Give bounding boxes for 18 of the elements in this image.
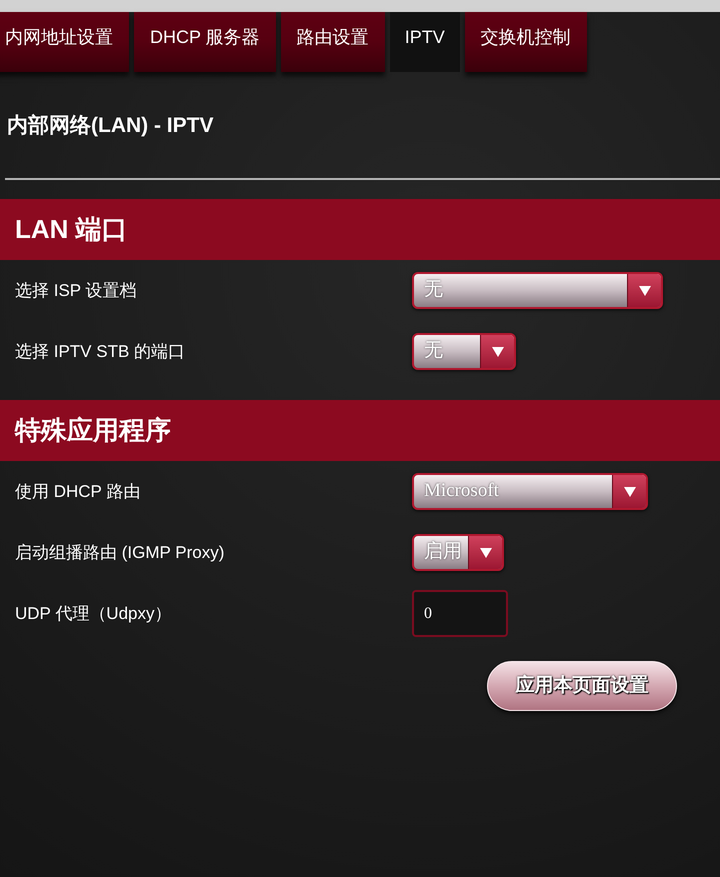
caret-icon (468, 536, 502, 569)
caret-icon (627, 274, 661, 307)
tab[interactable]: 路由设置 (280, 12, 385, 72)
tab[interactable]: IPTV (390, 12, 460, 72)
caret-icon (612, 475, 646, 508)
field-label: 选择 ISP 设置档 (14, 280, 138, 302)
input-field[interactable]: 0 (412, 590, 508, 637)
field-label: 选择 IPTV STB 的端口 (14, 340, 186, 363)
tab[interactable]: 内网地址设置 (0, 12, 129, 72)
section-header: 特殊应用程序 (0, 400, 720, 461)
tab[interactable]: DHCP 服务器 (134, 12, 276, 72)
section-header: LAN 端口 (0, 199, 720, 260)
caret-icon (480, 335, 514, 368)
page-title: 内部网络(LAN) - IPTV (7, 114, 214, 137)
tab[interactable]: 交换机控制 (464, 12, 587, 72)
field-label: 使用 DHCP 路由 (14, 480, 142, 503)
field-label: 启动组播路由 (IGMP Proxy) (14, 542, 226, 564)
field-label: UDP 代理（Udpxy） (14, 602, 172, 625)
